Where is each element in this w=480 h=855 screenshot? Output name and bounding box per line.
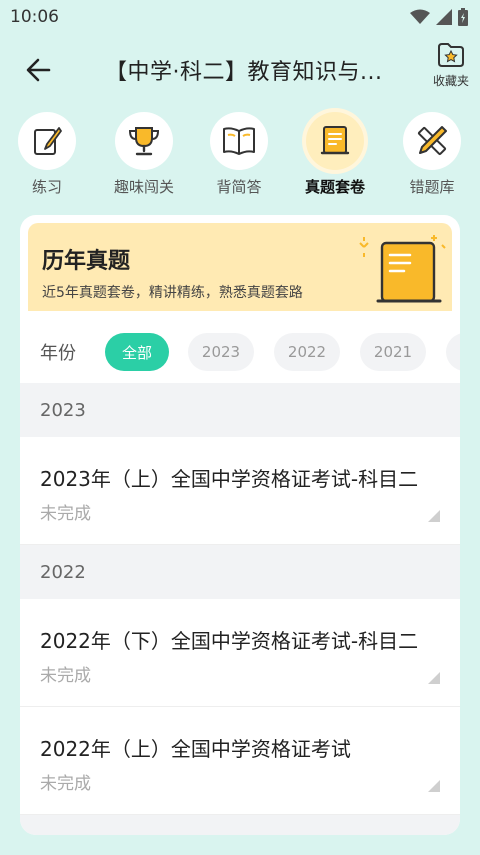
tab-label: 练习 xyxy=(31,178,62,196)
item-title: 2022年（下）全国中学资格证考试-科目二 xyxy=(40,629,419,653)
banner: 历年真题 近5年真题套卷，精讲精练，熟悉真题套路 xyxy=(28,223,452,311)
signal-icon xyxy=(436,9,452,25)
chip-more[interactable] xyxy=(446,333,460,371)
filter-label: 年份 xyxy=(40,343,76,364)
status-bar: 10:06 xyxy=(0,0,480,34)
arrow-left-icon xyxy=(26,58,51,82)
tab-label: 趣味闯关 xyxy=(113,178,174,196)
corner-triangle-icon xyxy=(428,672,440,684)
tab-fun-challenge[interactable]: 趣味闯关 xyxy=(104,112,184,198)
battery-icon xyxy=(458,8,468,26)
section-header-next xyxy=(20,815,460,835)
item-status: 未完成 xyxy=(40,504,91,524)
corner-triangle-icon xyxy=(428,510,440,522)
item-status: 未完成 xyxy=(40,666,91,686)
wifi-icon xyxy=(410,9,430,24)
tab-label: 错题库 xyxy=(409,178,455,196)
list-item[interactable]: 2023年（上）全国中学资格证考试-科目二 未完成 xyxy=(20,437,460,545)
chip-2022[interactable]: 2022 xyxy=(274,333,340,371)
back-button[interactable] xyxy=(10,42,66,98)
chip-2023[interactable]: 2023 xyxy=(188,333,254,371)
year-filter: 年份 全部 2023 2022 2021 xyxy=(20,321,460,383)
status-time: 10:06 xyxy=(10,7,59,27)
list-item[interactable]: 2022年（下）全国中学资格证考试-科目二 未完成 xyxy=(20,599,460,707)
tab-recite-answers[interactable]: 背简答 xyxy=(199,112,279,198)
edit-note-icon xyxy=(34,127,62,155)
scroll-icon xyxy=(320,126,350,155)
past-papers-card: 历年真题 近5年真题套卷，精讲精练，熟悉真题套路 年份 全部 2023 2022… xyxy=(20,215,460,835)
favorites-label: 收藏夹 xyxy=(432,74,469,88)
favorites-button[interactable]: 收藏夹 xyxy=(426,42,476,98)
banner-subtitle: 近5年真题套卷，精讲精练，熟悉真题套路 xyxy=(42,285,303,301)
section-header-2023: 2023 xyxy=(20,383,460,437)
folder-star-icon xyxy=(438,43,464,67)
chip-all[interactable]: 全部 xyxy=(105,333,169,371)
section-header-2022: 2022 xyxy=(20,545,460,599)
chip-2021[interactable]: 2021 xyxy=(360,333,426,371)
item-title: 2023年（上）全国中学资格证考试-科目二 xyxy=(40,467,419,491)
tab-label: 背简答 xyxy=(216,178,262,196)
banner-title: 历年真题 xyxy=(42,249,131,274)
corner-triangle-icon xyxy=(428,780,440,792)
tab-label: 真题套卷 xyxy=(304,178,365,196)
item-status: 未完成 xyxy=(40,774,91,794)
book-icon xyxy=(223,127,255,155)
tab-bar: 练习 趣味闯关 背简答 真题套卷 错题库 xyxy=(0,112,480,202)
tab-wrong-questions[interactable]: 错题库 xyxy=(392,112,472,198)
pencil-ruler-icon xyxy=(417,126,447,156)
list-item[interactable]: 2022年（上）全国中学资格证考试 未完成 xyxy=(20,707,460,815)
scroll-illustration-icon xyxy=(359,235,446,303)
header: 【中学·科二】教育知识与... 收藏夹 xyxy=(0,40,480,100)
tab-practice[interactable]: 练习 xyxy=(7,112,87,198)
trophy-icon xyxy=(128,127,160,156)
item-title: 2022年（上）全国中学资格证考试 xyxy=(40,737,351,761)
tab-past-papers[interactable]: 真题套卷 xyxy=(295,112,375,198)
status-icons xyxy=(410,8,468,26)
page-title: 【中学·科二】教育知识与... xyxy=(105,60,383,85)
